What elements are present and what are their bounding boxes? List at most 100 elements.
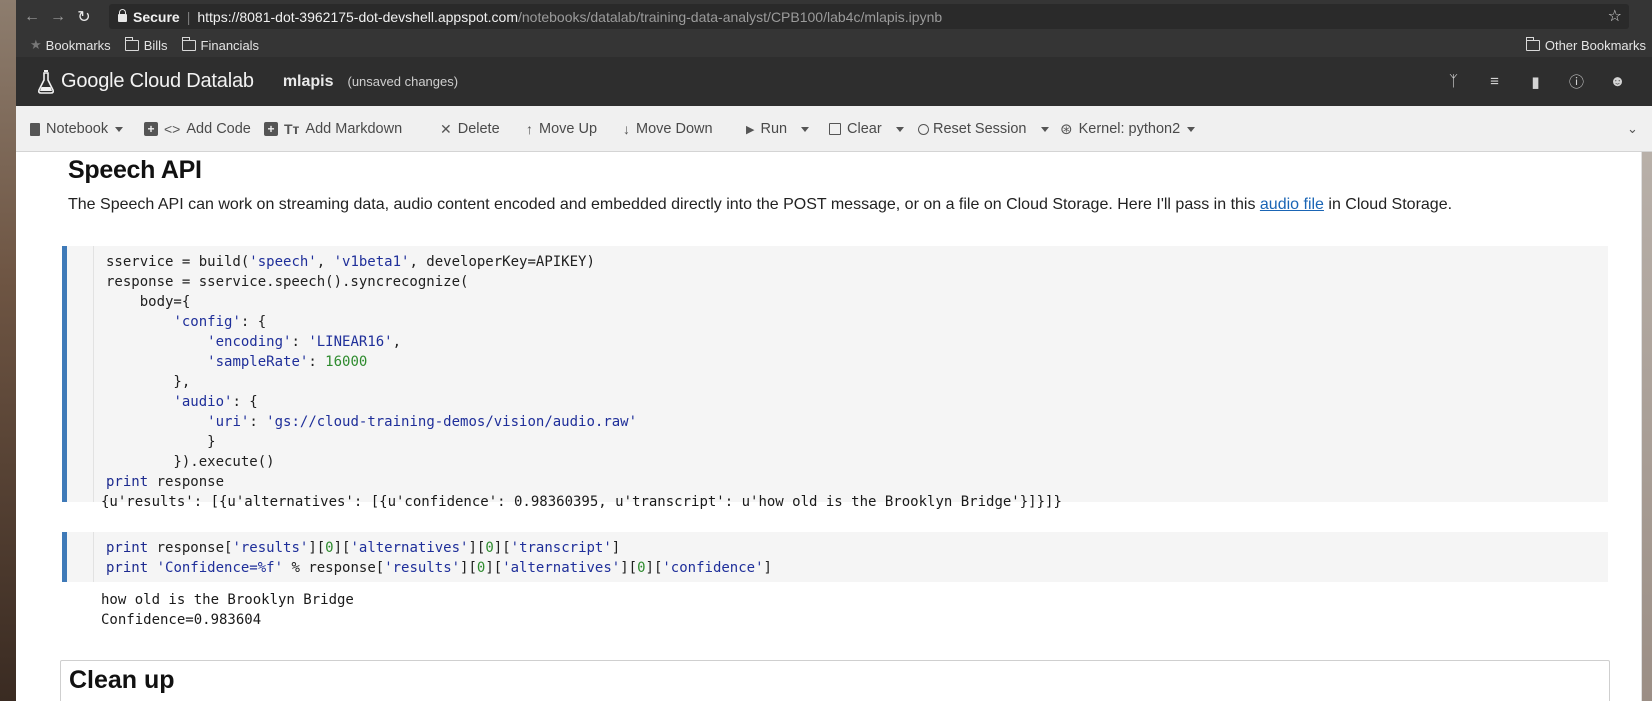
- git-branch-icon[interactable]: ᛉ: [1433, 73, 1474, 90]
- bookmark-label: Financials: [200, 37, 260, 53]
- circle-icon: [918, 123, 929, 135]
- folder-icon: [1525, 36, 1540, 51]
- bookmark-label: Bills: [143, 37, 168, 53]
- bookmark-icon[interactable]: ▮: [1515, 73, 1556, 91]
- reload-icon[interactable]: ↻: [71, 4, 97, 30]
- add-code-button[interactable]: + <> Add Code: [144, 106, 251, 152]
- add-icon: +: [144, 122, 158, 136]
- code-cell-speech-request[interactable]: sservice = build('speech', 'v1beta1', de…: [62, 246, 1608, 502]
- lock-icon: [118, 8, 127, 22]
- paragraph-text-end: in Cloud Storage.: [1323, 196, 1453, 213]
- code-line: print response['results'][0]['alternativ…: [106, 540, 621, 556]
- cell-gutter: [72, 532, 94, 582]
- code-line: 'encoding': 'LINEAR16',: [207, 334, 402, 350]
- desktop-background: [0, 0, 16, 701]
- save-status: (unsaved changes): [347, 74, 459, 89]
- url-path: /notebooks/datalab/training-data-analyst…: [518, 8, 943, 25]
- section-heading: Speech API: [68, 156, 202, 184]
- chevron-down-icon: ⌄: [1627, 121, 1638, 136]
- code-line: },: [106, 374, 191, 390]
- notebook-menu[interactable]: Notebook: [30, 106, 124, 152]
- code-line: 'config': {: [173, 314, 267, 330]
- chevron-down-icon[interactable]: [801, 126, 810, 132]
- datalab-flask-icon: [37, 69, 55, 94]
- arrow-down-icon: ↓: [623, 121, 630, 137]
- list-icon[interactable]: ≡: [1474, 73, 1515, 90]
- paragraph-text: The Speech API can work on streaming dat…: [68, 196, 1260, 213]
- code-line: body={: [106, 294, 191, 310]
- other-bookmarks[interactable]: Other Bookmarks: [1525, 36, 1646, 53]
- chevron-down-icon[interactable]: [1040, 126, 1049, 132]
- move-up-label: Move Up: [539, 121, 598, 137]
- header-actions: ᛉ ≡ ▮ ⓘ ☻: [1433, 57, 1638, 106]
- bookmarks-bar: ★ Bookmarks Bills Financials Other Bookm…: [16, 33, 1652, 57]
- forward-icon[interactable]: →: [45, 4, 71, 30]
- bookmark-star-icon[interactable]: ☆: [1608, 6, 1622, 26]
- code-line: print response: [106, 474, 225, 490]
- delete-button[interactable]: ✕ Delete: [440, 106, 500, 152]
- cell-gutter: [72, 246, 94, 502]
- code-line: response = sservice.speech().syncrecogni…: [106, 274, 469, 290]
- url-host: https://8081-dot-3962175-dot-devshell.ap…: [197, 8, 518, 25]
- star-icon: ★: [30, 37, 42, 52]
- notebook-toolbar: Notebook + <> Add Code + Tт Add Markdown…: [16, 106, 1652, 152]
- code-cell-print-transcript[interactable]: print response['results'][0]['alternativ…: [62, 532, 1608, 582]
- notebook-icon: [30, 122, 40, 136]
- notebook-menu-label: Notebook: [46, 121, 109, 137]
- move-up-button[interactable]: ↑ Move Up: [526, 106, 597, 152]
- desktop-background-right: [1642, 152, 1652, 701]
- clear-label: Clear: [847, 121, 882, 137]
- audio-file-link[interactable]: audio file: [1260, 196, 1324, 213]
- bookmark-financials[interactable]: Financials: [181, 36, 260, 53]
- clear-button[interactable]: Clear: [829, 106, 904, 152]
- add-markdown-label: Add Markdown: [305, 121, 403, 137]
- cell-output: {u'results': [{u'alternatives': [{u'conf…: [101, 494, 1062, 510]
- chevron-down-icon: [115, 126, 124, 132]
- code-line: 'audio': {: [173, 394, 258, 410]
- notebook-name[interactable]: mlapis: [283, 73, 334, 91]
- kernel-icon: ⊛: [1060, 121, 1073, 138]
- bookmark-bookmarks[interactable]: ★ Bookmarks: [30, 37, 111, 53]
- bookmark-label: Bookmarks: [45, 37, 111, 53]
- move-down-label: Move Down: [636, 121, 713, 137]
- code-line: sservice = build('speech', 'v1beta1', de…: [106, 254, 595, 270]
- url-separator: |: [186, 8, 191, 25]
- secure-label: Secure: [133, 8, 180, 25]
- arrow-up-icon: ↑: [526, 121, 533, 137]
- cell-output-transcript: how old is the Brooklyn Bridge: [101, 592, 354, 608]
- kernel-menu[interactable]: ⊛ Kernel: python2: [1060, 106, 1196, 152]
- reset-session-label: Reset Session: [933, 121, 1027, 137]
- code-line: 'uri': 'gs://cloud-training-demos/vision…: [207, 414, 638, 430]
- folder-icon: [181, 36, 196, 51]
- account-icon[interactable]: ☻: [1597, 73, 1638, 90]
- markdown-cell-clean-up[interactable]: Clean up: [60, 660, 1610, 701]
- code-icon: <>: [164, 121, 181, 137]
- checkbox-icon: [829, 123, 841, 135]
- cell-output-confidence: Confidence=0.983604: [101, 612, 262, 628]
- run-button[interactable]: ▶ Run: [746, 106, 810, 152]
- chevron-down-icon[interactable]: [895, 126, 904, 132]
- kernel-label: Kernel: python2: [1078, 121, 1181, 137]
- section-heading: Clean up: [69, 666, 175, 694]
- other-bookmarks-label: Other Bookmarks: [1544, 37, 1646, 53]
- run-label: Run: [760, 121, 788, 137]
- bookmark-bills[interactable]: Bills: [124, 36, 168, 53]
- move-down-button[interactable]: ↓ Move Down: [623, 106, 713, 152]
- add-markdown-button[interactable]: + Tт Add Markdown: [264, 106, 402, 152]
- reset-session-button[interactable]: Reset Session: [918, 106, 1049, 152]
- code-line: print 'Confidence=%f' % response['result…: [106, 560, 772, 576]
- code-editor[interactable]: sservice = build('speech', 'v1beta1', de…: [106, 252, 637, 492]
- code-line: 'sampleRate': 16000: [207, 354, 368, 370]
- url-field[interactable]: Secure | https://8081-dot-3962175-dot-de…: [109, 4, 1629, 29]
- browser-address-bar: ← → ↻ Secure | https://8081-dot-3962175-…: [16, 0, 1652, 33]
- text-format-icon: Tт: [284, 121, 300, 137]
- add-code-label: Add Code: [186, 121, 251, 137]
- app-brand[interactable]: Google Cloud Datalab: [61, 70, 254, 93]
- help-icon[interactable]: ⓘ: [1556, 71, 1597, 92]
- close-icon: ✕: [440, 120, 452, 137]
- add-icon: +: [264, 122, 278, 136]
- notebook-content: Speech API The Speech API can work on st…: [16, 152, 1642, 701]
- code-editor[interactable]: print response['results'][0]['alternativ…: [106, 538, 772, 578]
- back-icon[interactable]: ←: [19, 4, 45, 30]
- collapse-toolbar-button[interactable]: ⌄: [1627, 106, 1638, 152]
